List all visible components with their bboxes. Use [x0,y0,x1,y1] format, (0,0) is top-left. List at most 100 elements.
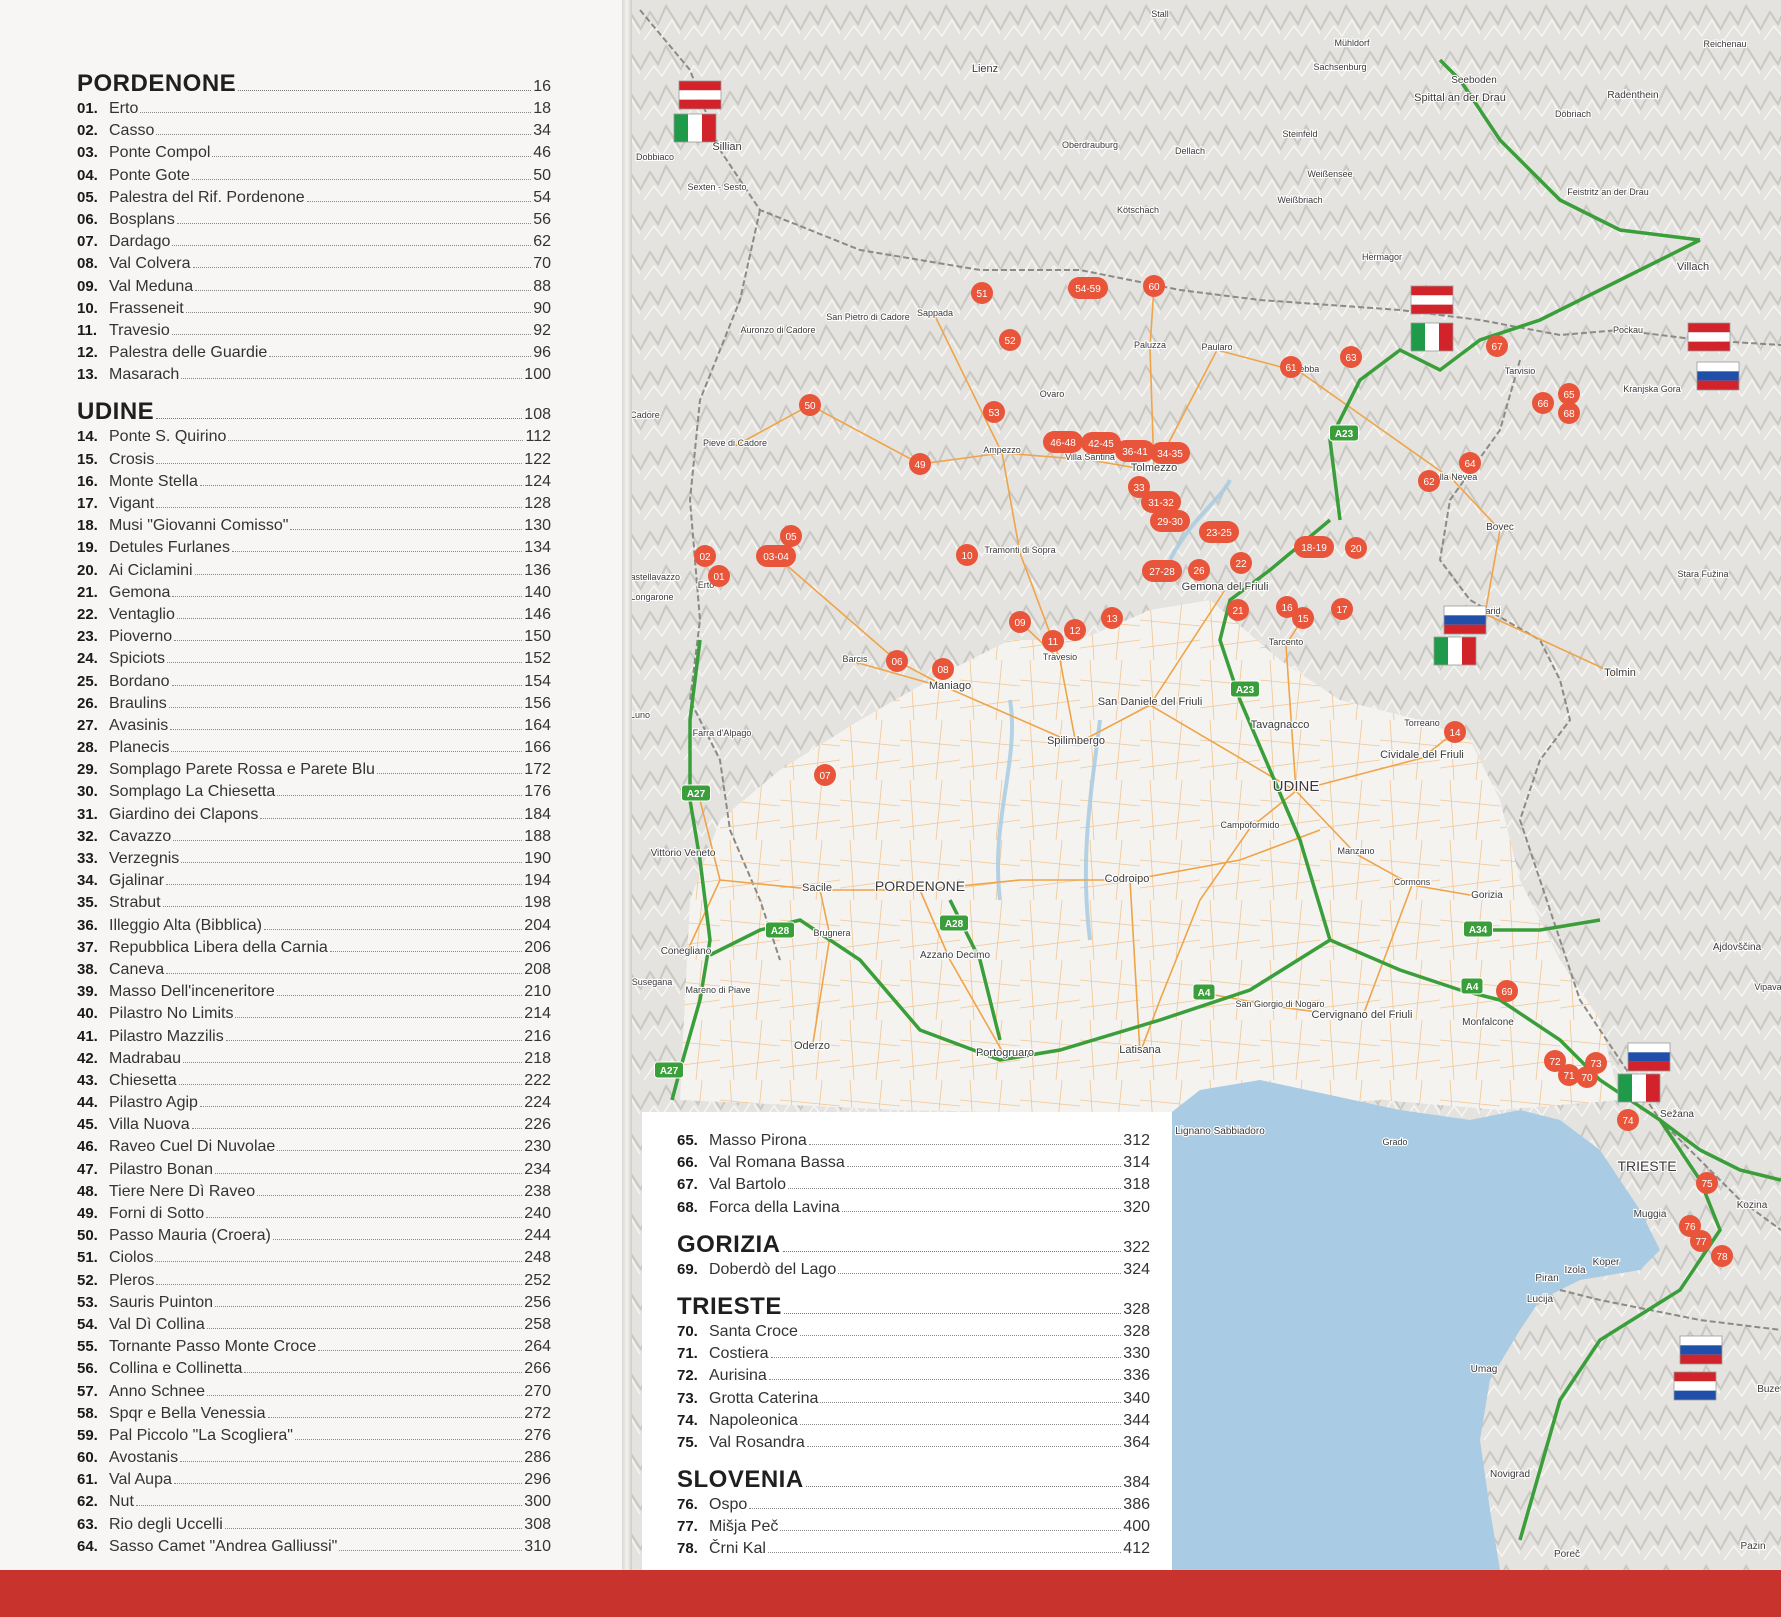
index-entry[interactable]: 64. Sasso Camet "Andrea Galliussi" 310 [77,1538,551,1560]
index-entry[interactable]: 58. Spqr e Bella Venessia 272 [77,1405,551,1427]
index-entry[interactable]: 06. Bosplans 56 [77,211,551,233]
entry-label: Somplago La Chiesetta [109,783,276,801]
index-entry[interactable]: 32. Cavazzo 188 [77,828,551,850]
index-entry[interactable]: 35. Strabut 198 [77,894,551,916]
entry-page: 240 [524,1205,551,1222]
entry-page: 324 [1123,1260,1150,1278]
entry-label: Pilastro No Limits [109,1005,234,1023]
index-entry[interactable]: 49. Forni di Sotto 240 [77,1205,551,1227]
index-entry[interactable]: 44. Pilastro Agip 224 [77,1094,551,1116]
marker-number: 63 [1345,353,1357,364]
index-entry[interactable]: 78. Črni Kal 412 [677,1540,1150,1562]
index-entry[interactable]: 33. Verzegnis 190 [77,850,551,872]
index-entry[interactable]: 69. Doberdò del Lago 324 [677,1261,1150,1283]
index-entry[interactable]: 52. Pleros 252 [77,1272,551,1294]
index-entry[interactable]: 12. Palestra delle Guardie 96 [77,344,551,366]
entry-number: 59. [77,1426,98,1444]
entry-page: 166 [524,739,551,757]
index-entry[interactable]: 74. Napoleonica 344 [677,1412,1150,1434]
shield-label: A4 [1466,982,1479,993]
index-entry[interactable]: 48. Tiere Nere Dì Raveo 238 [77,1183,551,1205]
index-entry[interactable]: 01. Erto 18 [77,100,551,122]
index-entry[interactable]: 28. Planecis 166 [77,739,551,761]
index-entry[interactable]: 07. Dardago 62 [77,233,551,255]
index-entry[interactable]: 57. Anno Schnee 270 [77,1383,551,1405]
index-entry[interactable]: 67. Val Bartolo 318 [677,1176,1150,1198]
entry-page: 412 [1123,1540,1150,1558]
entry-number: 37. [77,938,98,956]
index-entry[interactable]: 19. Detules Furlanes 134 [77,539,551,561]
index-entry[interactable]: 17. Vigant 128 [77,495,551,517]
index-entry[interactable]: 51. Ciolos 248 [77,1249,551,1271]
entry-page: 164 [524,716,551,734]
index-entry[interactable]: 50. Passo Mauria (Croera) 244 [77,1227,551,1249]
index-entry[interactable]: 26. Braulins 156 [77,695,551,717]
index-entry[interactable]: 72. Aurisina 336 [677,1367,1150,1389]
index-entry[interactable]: 39. Masso Dell'inceneritore 210 [77,983,551,1005]
index-entry[interactable]: 68. Forca della Lavina 320 [677,1199,1150,1221]
index-entry[interactable]: 25. Bordano 154 [77,673,551,695]
index-entry[interactable]: 10. Frasseneit 90 [77,300,551,322]
index-entry[interactable]: 56. Collina e Collinetta 266 [77,1360,551,1382]
index-entry[interactable]: 65. Masso Pirona 312 [677,1132,1150,1154]
index-entry[interactable]: 24. Spiciots 152 [77,650,551,672]
marker-number: 09 [1014,618,1026,629]
place-label: Weißensee [1307,169,1352,179]
index-entry[interactable]: 45. Villa Nuova 226 [77,1116,551,1138]
index-entry[interactable]: 41. Pilastro Mazzilis 216 [77,1028,551,1050]
index-entry[interactable]: 16. Monte Stella 124 [77,473,551,495]
index-entry[interactable]: 55. Tornante Passo Monte Croce 264 [77,1338,551,1360]
index-entry[interactable]: 40. Pilastro No Limits 214 [77,1005,551,1027]
index-entry[interactable]: 13. Masarach 100 [77,366,551,388]
crag-marker: 29-30 [1150,510,1190,532]
index-entry[interactable]: 23. Pioverno 150 [77,628,551,650]
index-entry[interactable]: 22. Ventaglio 146 [77,606,551,628]
index-entry[interactable]: 66. Val Romana Bassa 314 [677,1154,1150,1176]
leader-dots [767,1552,1122,1554]
index-entry[interactable]: 37. Repubblica Libera della Carnia 206 [77,939,551,961]
index-entry[interactable]: 09. Val Meduna 88 [77,278,551,300]
index-entry[interactable]: 31. Giardino dei Clapons 184 [77,806,551,828]
index-entry[interactable]: 77. Mišja Peč 400 [677,1518,1150,1540]
index-entry[interactable]: 61. Val Aupa 296 [77,1471,551,1493]
index-entry[interactable]: 60. Avostanis 286 [77,1449,551,1471]
index-entry[interactable]: 05. Palestra del Rif. Pordenone 54 [77,189,551,211]
index-entry[interactable]: 46. Raveo Cuel Di Nuvolae 230 [77,1138,551,1160]
index-entry[interactable]: 71. Costiera 330 [677,1345,1150,1367]
entry-page: 276 [524,1426,551,1444]
index-entry[interactable]: 76. Ospo 386 [677,1496,1150,1518]
index-entry[interactable]: 59. Pal Piccolo "La Scogliera" 276 [77,1427,551,1449]
entry-number: 53. [77,1293,98,1311]
entry-page: 54 [533,188,551,206]
index-entry[interactable]: 36. Illeggio Alta (Bibblica) 204 [77,917,551,939]
index-entry[interactable]: 53. Sauris Puinton 256 [77,1294,551,1316]
index-entry[interactable]: 18. Musi "Giovanni Comisso" 130 [77,517,551,539]
entry-label: Ventaglio [109,605,175,623]
index-entry[interactable]: 73. Grotta Caterina 340 [677,1390,1150,1412]
index-entry[interactable]: 47. Pilastro Bonan 234 [77,1161,551,1183]
index-entry[interactable]: 43. Chiesetta 222 [77,1072,551,1094]
index-entry[interactable]: 38. Caneva 208 [77,961,551,983]
index-entry[interactable]: 75. Val Rosandra 364 [677,1434,1150,1456]
index-entry[interactable]: 11. Travesio 92 [77,322,551,344]
index-entry[interactable]: 14. Ponte S. Quirino 112 [77,428,551,450]
marker-number: 22 [1235,559,1247,570]
index-entry[interactable]: 21. Gemona 140 [77,584,551,606]
index-entry[interactable]: 30. Somplago La Chiesetta 176 [77,783,551,805]
index-entry[interactable]: 20. Ai Ciclamini 136 [77,562,551,584]
index-entry[interactable]: 04. Ponte Gote 50 [77,167,551,189]
entry-label: Črni Kal [709,1540,766,1558]
index-entry[interactable]: 15. Crosis 122 [77,451,551,473]
index-entry[interactable]: 34. Gjalinar 194 [77,872,551,894]
motorway-shield: A4 [1460,977,1484,995]
index-entry[interactable]: 02. Casso 34 [77,122,551,144]
index-entry[interactable]: 27. Avasinis 164 [77,717,551,739]
index-entry[interactable]: 54. Val Dì Collina 258 [77,1316,551,1338]
index-entry[interactable]: 29. Somplago Parete Rossa e Parete Blu 172 [77,761,551,783]
index-entry[interactable]: 62. Nut 300 [77,1493,551,1515]
index-entry[interactable]: 63. Rio degli Uccelli 308 [77,1516,551,1538]
index-entry[interactable]: 03. Ponte Compol 46 [77,144,551,166]
index-entry[interactable]: 42. Madrabau 218 [77,1050,551,1072]
index-entry[interactable]: 08. Val Colvera 70 [77,255,551,277]
index-entry[interactable]: 70. Santa Croce 328 [677,1323,1150,1345]
